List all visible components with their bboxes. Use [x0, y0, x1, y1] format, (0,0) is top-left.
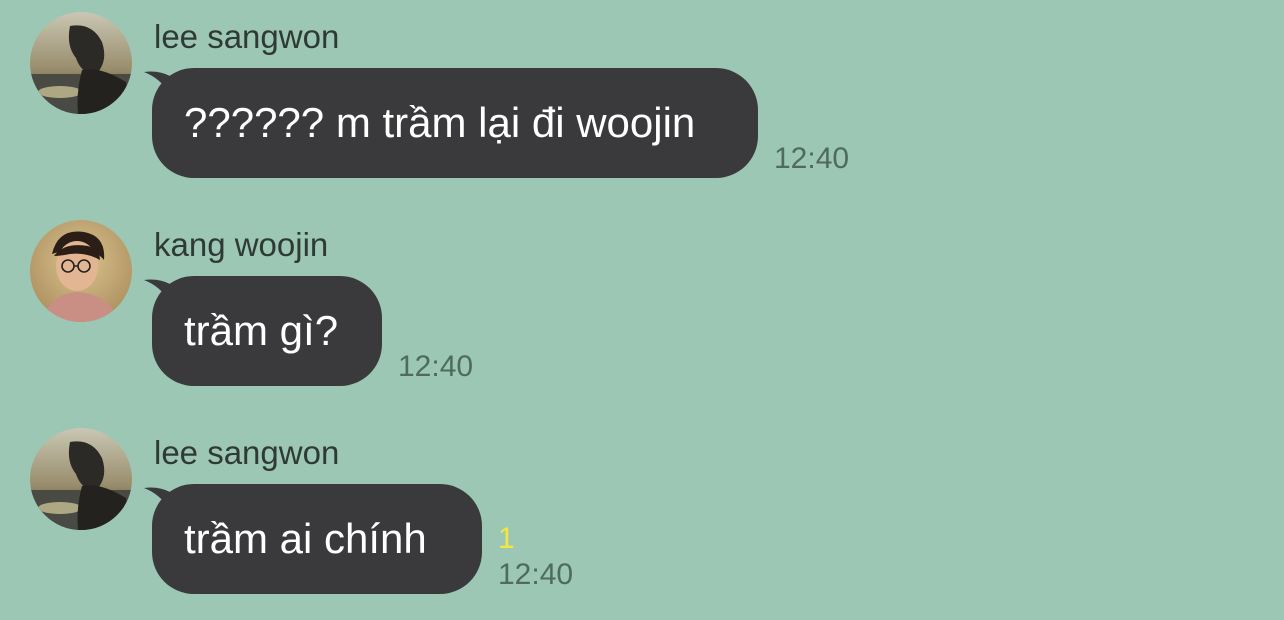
- message-row: kang woojin trầm gì? 12:40: [0, 208, 1284, 398]
- avatar[interactable]: [30, 12, 132, 114]
- profile-photo: [30, 12, 132, 114]
- sender-name: kang woojin: [154, 226, 329, 263]
- message-text: trầm ai chính: [184, 515, 427, 562]
- message-bubble[interactable]: trầm gì?: [152, 276, 382, 386]
- avatar[interactable]: [30, 428, 132, 530]
- avatar[interactable]: [30, 220, 132, 322]
- profile-photo: [30, 220, 132, 322]
- message-text: ?????? m trầm lại đi woojin: [184, 99, 696, 146]
- message-meta: 12:40: [398, 316, 473, 382]
- sender-name: lee sangwon: [154, 18, 340, 55]
- message-meta: 1 12:40: [498, 524, 573, 590]
- profile-photo: [30, 428, 132, 530]
- message-time: 12:40: [398, 350, 474, 383]
- message-bubble[interactable]: ?????? m trầm lại đi woojin: [152, 68, 758, 178]
- message-text: trầm gì?: [184, 307, 339, 354]
- message-row: lee sangwon ?????? m trầm lại đi woojin …: [0, 0, 1284, 190]
- chat-messages: lee sangwon ?????? m trầm lại đi woojin …: [0, 0, 1284, 620]
- message-meta: 12:40: [774, 108, 849, 174]
- sender-name: lee sangwon: [154, 434, 340, 471]
- message-time: 12:40: [774, 142, 850, 175]
- message-bubble[interactable]: trầm ai chính: [152, 484, 482, 594]
- message-time: 12:40: [498, 558, 574, 591]
- unread-count: 1: [498, 522, 515, 555]
- message-row: lee sangwon trầm ai chính 1 12:40: [0, 416, 1284, 606]
